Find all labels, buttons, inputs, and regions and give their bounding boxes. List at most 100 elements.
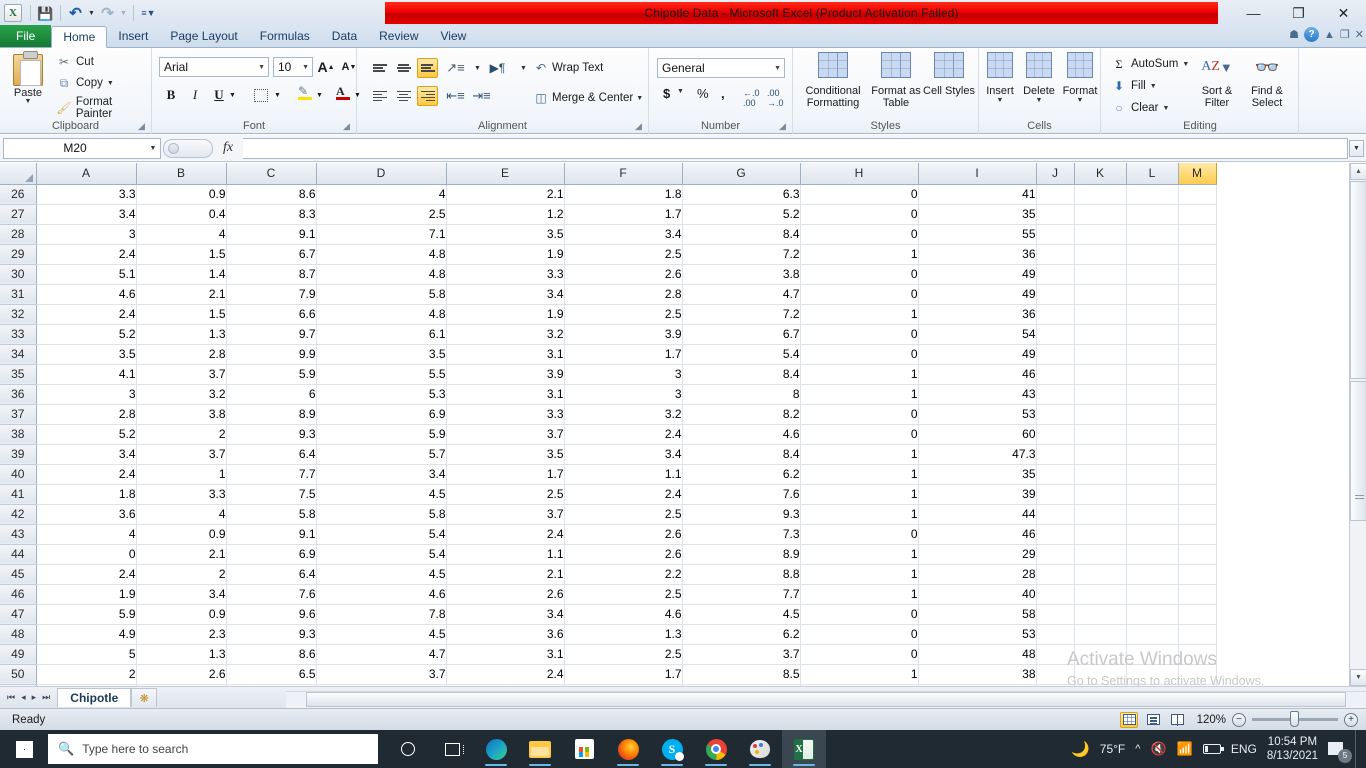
cell-J29[interactable]: [1036, 244, 1075, 265]
minimize-ribbon-icon[interactable]: ▲: [1324, 29, 1335, 41]
cell-I28[interactable]: 55: [918, 224, 1037, 245]
cell-M40[interactable]: [1178, 464, 1217, 485]
autosum-button[interactable]: Σ AutoSum ▼: [1111, 56, 1190, 72]
cell-F35[interactable]: 3: [564, 364, 683, 385]
cell-F33[interactable]: 3.9: [564, 324, 683, 345]
cell-I36[interactable]: 43: [918, 384, 1037, 405]
cell-C32[interactable]: 6.6: [226, 304, 317, 325]
home-small-icon[interactable]: ☗: [1289, 28, 1299, 41]
minimize-button[interactable]: —: [1231, 0, 1276, 26]
cell-I41[interactable]: 39: [918, 484, 1037, 505]
vertical-scrollbar[interactable]: ▲ ▼: [1349, 163, 1366, 686]
show-hidden-icons[interactable]: ^: [1135, 743, 1140, 755]
cell-I26[interactable]: 41: [918, 184, 1037, 205]
cell-K46[interactable]: [1074, 584, 1127, 605]
column-header-H[interactable]: H: [800, 163, 919, 185]
cell-F37[interactable]: 3.2: [564, 404, 683, 425]
cell-G37[interactable]: 8.2: [682, 404, 801, 425]
cell-D35[interactable]: 5.5: [316, 364, 447, 385]
cell-I49[interactable]: 48: [918, 644, 1037, 665]
cell-G39[interactable]: 8.4: [682, 444, 801, 465]
cell-L29[interactable]: [1126, 244, 1179, 265]
cell-C29[interactable]: 6.7: [226, 244, 317, 265]
cell-D39[interactable]: 5.7: [316, 444, 447, 465]
language-indicator[interactable]: ENG: [1231, 742, 1257, 756]
cell-L46[interactable]: [1126, 584, 1179, 605]
cell-K47[interactable]: [1074, 604, 1127, 625]
cell-D29[interactable]: 4.8: [316, 244, 447, 265]
tab-page-layout[interactable]: Page Layout: [159, 25, 248, 47]
cell-A45[interactable]: 2.4: [36, 564, 137, 585]
cell-K32[interactable]: [1074, 304, 1127, 325]
cell-F46[interactable]: 2.5: [564, 584, 683, 605]
cell-G48[interactable]: 6.2: [682, 624, 801, 645]
excel-app-icon[interactable]: X: [4, 4, 22, 22]
cell-E38[interactable]: 3.7: [446, 424, 565, 445]
cell-D38[interactable]: 5.9: [316, 424, 447, 445]
cell-A49[interactable]: 5: [36, 644, 137, 665]
restore-button[interactable]: ❐: [1276, 0, 1321, 26]
clear-dropdown-icon[interactable]: ▼: [1162, 105, 1169, 112]
volume-muted-icon[interactable]: 🔇: [1150, 741, 1166, 757]
microsoft-store-icon[interactable]: [562, 730, 606, 768]
show-desktop-button[interactable]: [1355, 730, 1360, 768]
cell-J26[interactable]: [1036, 184, 1075, 205]
cell-I44[interactable]: 29: [918, 544, 1037, 565]
row-header-29[interactable]: 29: [0, 244, 37, 265]
cell-G46[interactable]: 7.7: [682, 584, 801, 605]
cell-M43[interactable]: [1178, 524, 1217, 545]
cell-F34[interactable]: 1.7: [564, 344, 683, 365]
save-icon[interactable]: 💾: [36, 4, 55, 23]
cell-E32[interactable]: 1.9: [446, 304, 565, 325]
cell-G49[interactable]: 3.7: [682, 644, 801, 665]
cell-J38[interactable]: [1036, 424, 1075, 445]
cell-A46[interactable]: 1.9: [36, 584, 137, 605]
google-chrome-icon[interactable]: [694, 730, 738, 768]
cell-I40[interactable]: 35: [918, 464, 1037, 485]
cell-C50[interactable]: 6.5: [226, 664, 317, 685]
column-header-F[interactable]: F: [564, 163, 683, 185]
cell-G45[interactable]: 8.8: [682, 564, 801, 585]
cell-K39[interactable]: [1074, 444, 1127, 465]
cell-D41[interactable]: 4.5: [316, 484, 447, 505]
fill-button[interactable]: ⬇ Fill ▼: [1111, 78, 1157, 94]
cell-D34[interactable]: 3.5: [316, 344, 447, 365]
row-header-30[interactable]: 30: [0, 264, 37, 285]
column-header-K[interactable]: K: [1074, 163, 1127, 185]
redo-dropdown-icon[interactable]: ▼: [119, 4, 128, 23]
font-dialog-launcher-icon[interactable]: ◢: [343, 121, 353, 131]
cell-A47[interactable]: 5.9: [36, 604, 137, 625]
cell-J43[interactable]: [1036, 524, 1075, 545]
row-header-27[interactable]: 27: [0, 204, 37, 225]
currency-dropdown-icon[interactable]: ▼: [677, 88, 684, 95]
cell-E44[interactable]: 1.1: [446, 544, 565, 565]
column-header-L[interactable]: L: [1126, 163, 1179, 185]
name-box[interactable]: M20 ▼: [3, 137, 161, 159]
cell-G29[interactable]: 7.2: [682, 244, 801, 265]
cell-B34[interactable]: 2.8: [136, 344, 227, 365]
align-top-button[interactable]: [369, 58, 390, 78]
horizontal-scrollbar[interactable]: [286, 691, 1366, 708]
clipboard-dialog-launcher-icon[interactable]: ◢: [138, 121, 148, 131]
cell-M39[interactable]: [1178, 444, 1217, 465]
tab-file[interactable]: File: [0, 25, 52, 47]
cell-L27[interactable]: [1126, 204, 1179, 225]
currency-button[interactable]: $: [663, 86, 670, 101]
skype-icon[interactable]: S: [650, 730, 694, 768]
fill-color-dropdown-icon[interactable]: ▼: [314, 85, 325, 105]
row-header-31[interactable]: 31: [0, 284, 37, 305]
cell-A28[interactable]: 3: [36, 224, 137, 245]
cell-I47[interactable]: 58: [918, 604, 1037, 625]
cell-C42[interactable]: 5.8: [226, 504, 317, 525]
column-header-B[interactable]: B: [136, 163, 227, 185]
cell-I39[interactable]: 47.3: [918, 444, 1037, 465]
restore-doc-icon[interactable]: ❐: [1340, 28, 1350, 41]
align-bottom-button[interactable]: [417, 58, 438, 78]
cell-H29[interactable]: 1: [800, 244, 919, 265]
cell-E49[interactable]: 3.1: [446, 644, 565, 665]
scroll-up-button[interactable]: ▲: [1350, 163, 1366, 180]
cell-H41[interactable]: 1: [800, 484, 919, 505]
cell-F44[interactable]: 2.6: [564, 544, 683, 565]
horizontal-scroll-thumb[interactable]: [306, 692, 1346, 707]
column-header-A[interactable]: A: [36, 163, 137, 185]
